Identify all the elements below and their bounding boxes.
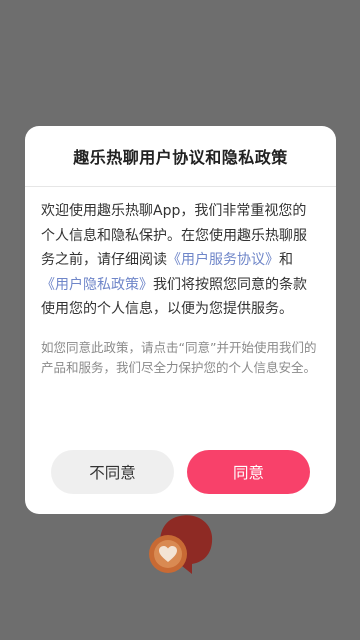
- privacy-policy-link[interactable]: 《用户隐私政策》: [41, 277, 153, 293]
- body-and-text: 和: [279, 252, 293, 268]
- user-agreement-link[interactable]: 《用户服务协议》: [167, 252, 279, 268]
- dialog-body-text: 欢迎使用趣乐热聊App，我们非常重视您的个人信息和隐私保护。在您使用趣乐热聊服务…: [25, 187, 336, 322]
- dialog-button-row: 不同意 同意: [25, 450, 336, 494]
- disagree-button[interactable]: 不同意: [51, 450, 174, 494]
- consent-note-text: 如您同意此政策，请点击“同意”并开始使用我们的产品和服务，我们尽全力保护您的个人…: [41, 339, 317, 376]
- privacy-policy-dialog: 趣乐热聊用户协议和隐私政策 欢迎使用趣乐热聊App，我们非常重视您的个人信息和隐…: [25, 126, 336, 514]
- chat-heart-icon: [149, 515, 213, 574]
- dialog-title: 趣乐热聊用户协议和隐私政策: [73, 148, 288, 167]
- agree-button[interactable]: 同意: [187, 450, 310, 494]
